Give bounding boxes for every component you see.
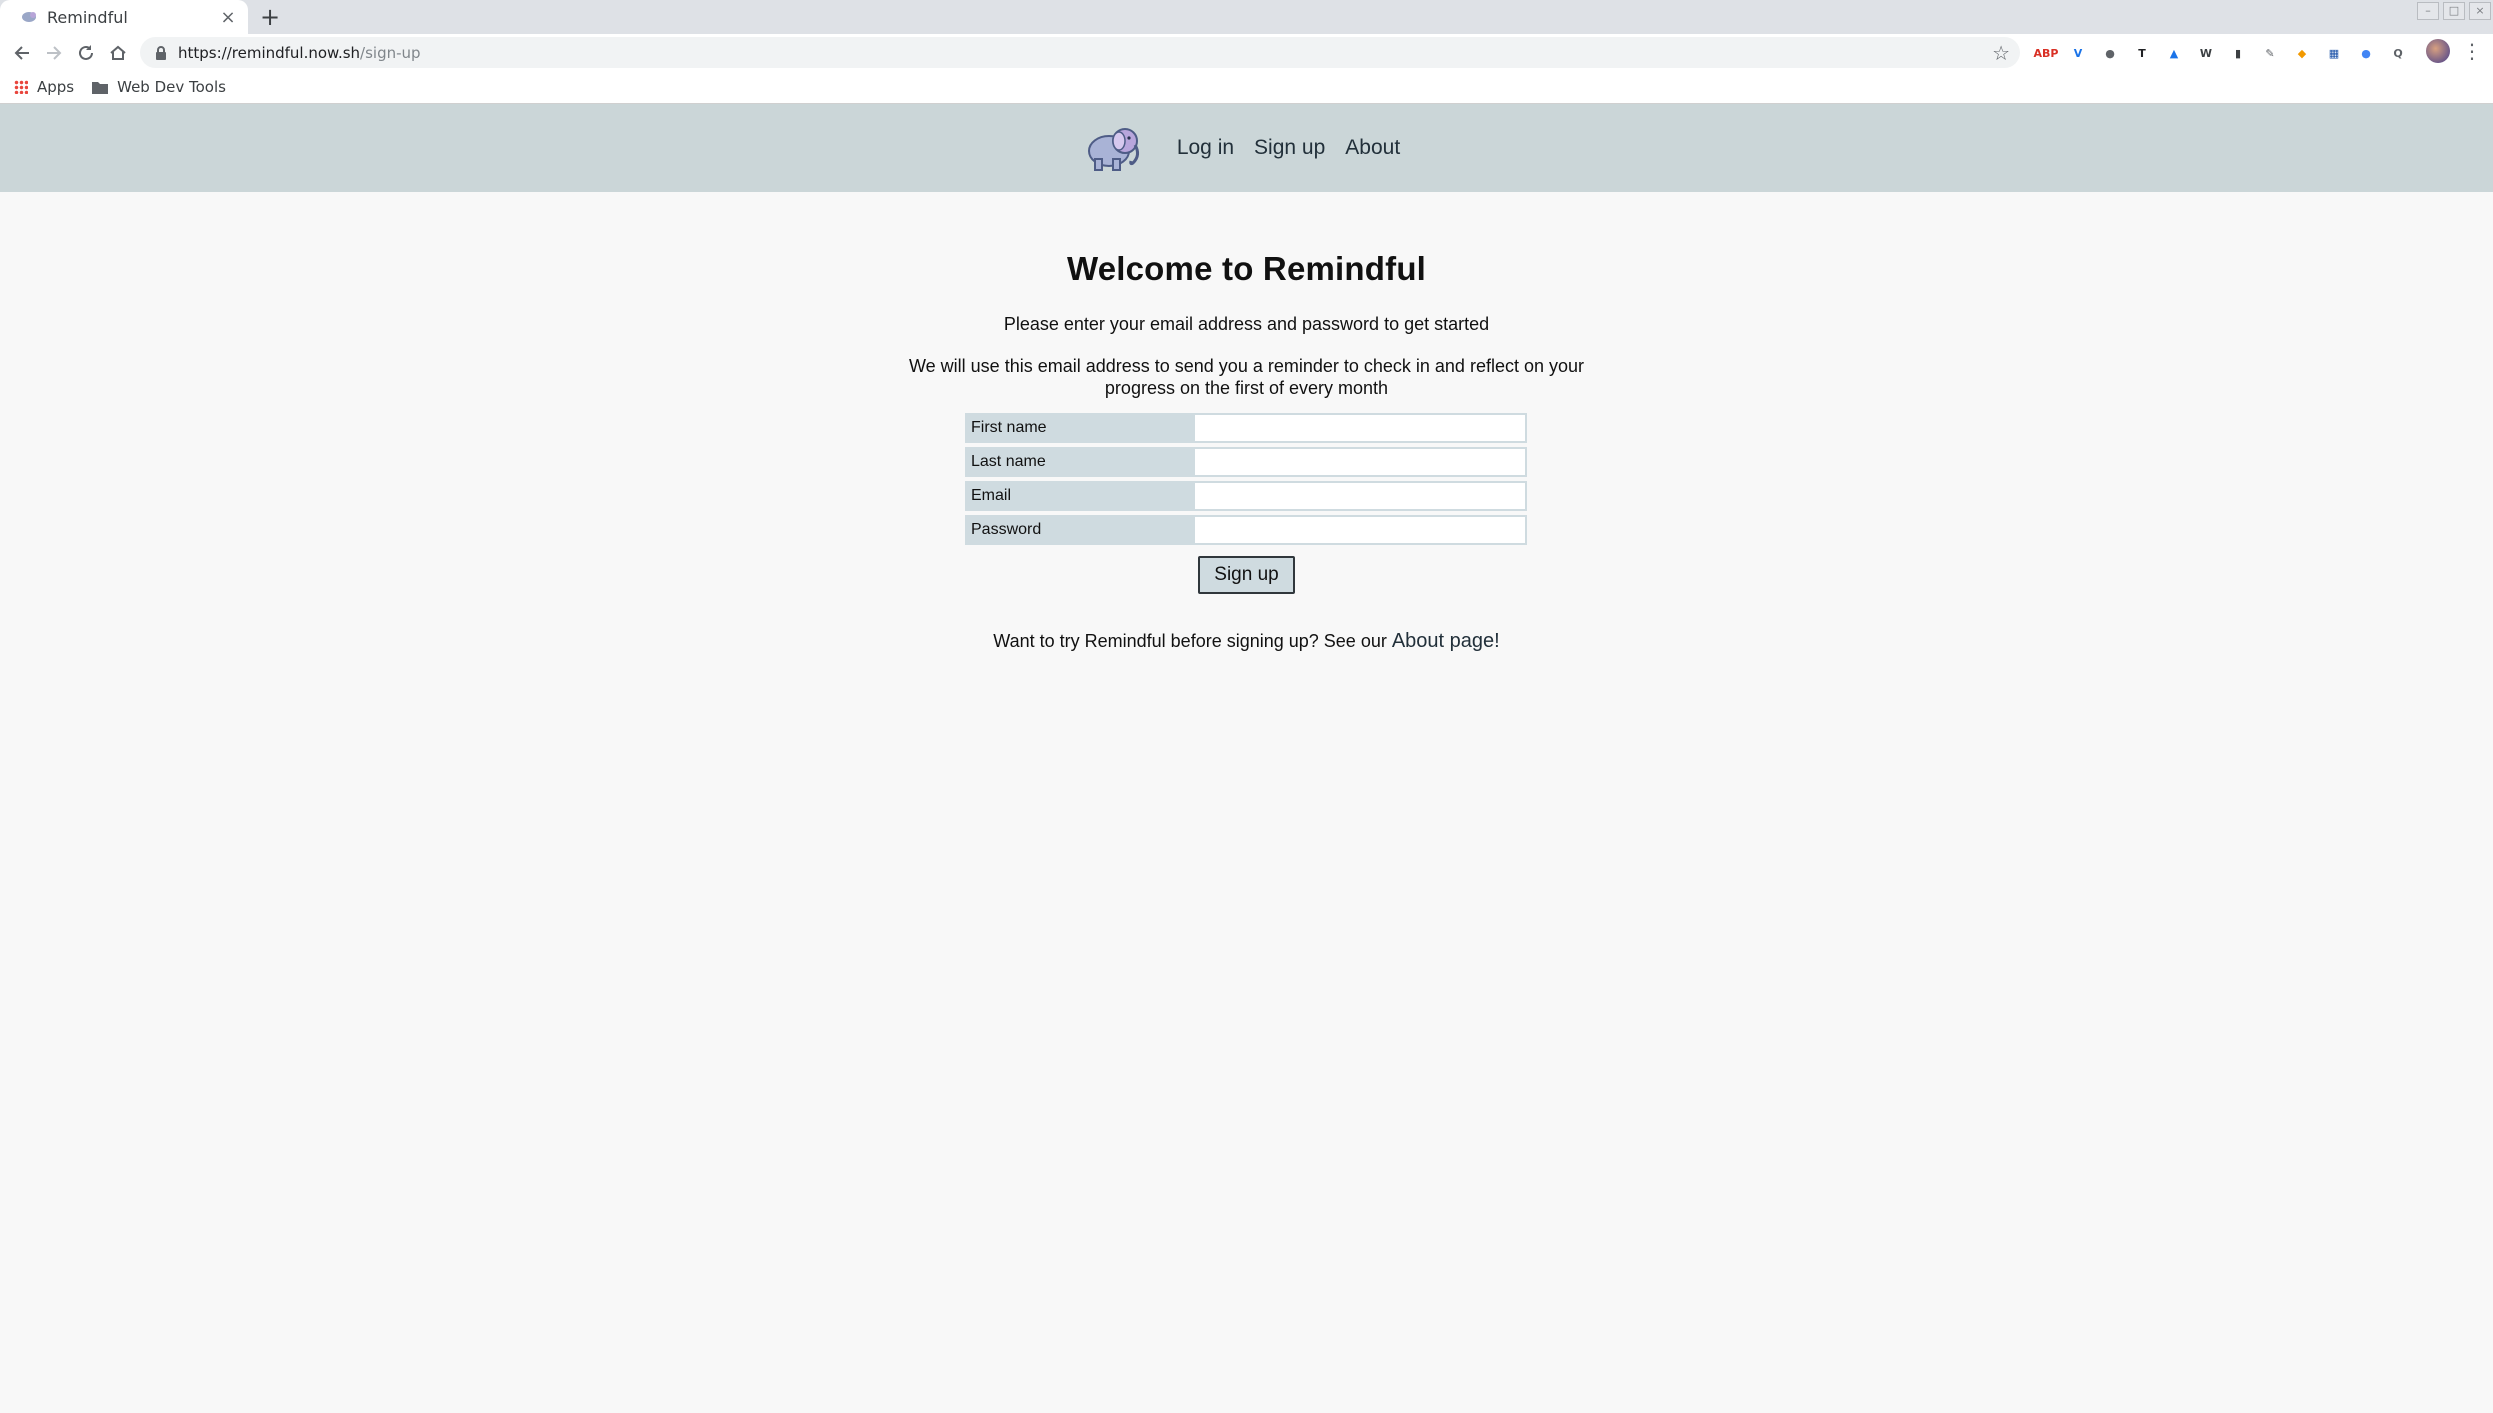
bookmark-icon[interactable]: ▮ — [2228, 43, 2248, 63]
tab-close-icon[interactable]: × — [214, 3, 242, 31]
password-input[interactable] — [1193, 515, 1527, 545]
browser-tab[interactable]: Remindful × — [0, 0, 248, 34]
site-header: Log in Sign up About — [0, 104, 2493, 192]
browser-tabstrip: Remindful × + – □ × — [0, 0, 2493, 34]
elephant-favicon-icon — [22, 12, 36, 22]
vimeo-icon[interactable]: V — [2068, 43, 2088, 63]
url-path: /sign-up — [360, 43, 421, 62]
eyedropper-icon[interactable]: ✎ — [2260, 43, 2280, 63]
maximize-icon[interactable]: □ — [2443, 2, 2465, 20]
last-name-input[interactable] — [1193, 447, 1527, 477]
info-text: We will use this email address to send y… — [909, 356, 1584, 398]
grid-icon[interactable]: ▦ — [2324, 43, 2344, 63]
password-label: Password — [965, 515, 1193, 545]
profile-avatar[interactable] — [2426, 39, 2450, 63]
typography-icon[interactable]: T — [2132, 43, 2152, 63]
lock-icon — [156, 45, 166, 60]
bookmark-apps[interactable]: Apps — [14, 78, 74, 96]
adblock-icon[interactable]: ABP — [2034, 43, 2059, 63]
bookmark-apps-label: Apps — [37, 78, 75, 96]
lead-text: Please enter your email address and pass… — [1003, 314, 1490, 334]
sign-up-form: First name Last name Email Password — [965, 413, 1527, 549]
shield-icon[interactable]: ◆ — [2292, 43, 2312, 63]
email-input[interactable] — [1193, 481, 1527, 511]
forward-icon[interactable] — [38, 37, 70, 69]
bookmark-web-dev-tools[interactable]: Web Dev Tools — [92, 78, 226, 96]
url-host: https://remindful.now.sh — [178, 43, 361, 62]
minimize-icon[interactable]: – — [2417, 2, 2439, 20]
elephant-logo-icon[interactable] — [1083, 123, 1145, 173]
bookmark-web-dev-tools-label: Web Dev Tools — [117, 78, 226, 96]
address-bar[interactable]: https://remindful.now.sh/sign-up ☆ — [140, 37, 2020, 68]
first-name-input[interactable] — [1193, 413, 1527, 443]
tab-title: Remindful — [47, 7, 128, 27]
page-title: Welcome to Remindful — [1066, 250, 1427, 287]
about-page-link[interactable]: About page! — [1392, 630, 1500, 652]
sign-up-button[interactable]: Sign up — [1198, 556, 1295, 594]
about-prompt: Want to try Remindful before signing up?… — [0, 630, 2493, 653]
bookmarks-bar: Apps Web Dev Tools — [0, 71, 2493, 104]
window-controls: – □ × — [2415, 0, 2493, 22]
lens-icon[interactable]: Q — [2388, 43, 2408, 63]
edge-icon[interactable]: ● — [2356, 43, 2376, 63]
new-tab-button[interactable]: + — [256, 3, 284, 31]
main-content: Welcome to Remindful Please enter your e… — [0, 192, 2493, 652]
about-prompt-text: Want to try Remindful before signing up?… — [993, 631, 1392, 651]
wordpress-icon[interactable]: W — [2196, 43, 2216, 63]
first-name-row: First name — [965, 413, 1527, 443]
nav-log-in-link[interactable]: Log in — [1177, 136, 1234, 160]
site-nav: Log in Sign up About — [0, 104, 2493, 192]
first-name-label: First name — [965, 413, 1193, 443]
reload-icon[interactable] — [70, 37, 102, 69]
last-name-label: Last name — [965, 447, 1193, 477]
back-icon[interactable] — [6, 37, 38, 69]
last-name-row: Last name — [965, 447, 1527, 477]
email-row: Email — [965, 481, 1527, 511]
bookmark-star-icon[interactable]: ☆ — [1992, 41, 2010, 65]
microphone-icon[interactable]: ● — [2100, 43, 2120, 63]
extensions-row: ABP V ● T ▲ W ▮ ✎ ◆ ▦ ● Q — [2030, 38, 2414, 68]
triangle-icon[interactable]: ▲ — [2164, 43, 2184, 63]
nav-about-link[interactable]: About — [1345, 136, 1400, 160]
email-label: Email — [965, 481, 1193, 511]
browser-toolbar: https://remindful.now.sh/sign-up ☆ ABP V ●… — [0, 34, 2493, 71]
browser-menu-icon[interactable]: ⋮ — [2462, 37, 2482, 65]
password-row: Password — [965, 515, 1527, 545]
folder-icon — [92, 81, 109, 94]
apps-icon — [14, 80, 28, 94]
home-icon[interactable] — [102, 37, 134, 69]
window-close-icon[interactable]: × — [2469, 2, 2491, 20]
nav-sign-up-link[interactable]: Sign up — [1254, 136, 1325, 160]
